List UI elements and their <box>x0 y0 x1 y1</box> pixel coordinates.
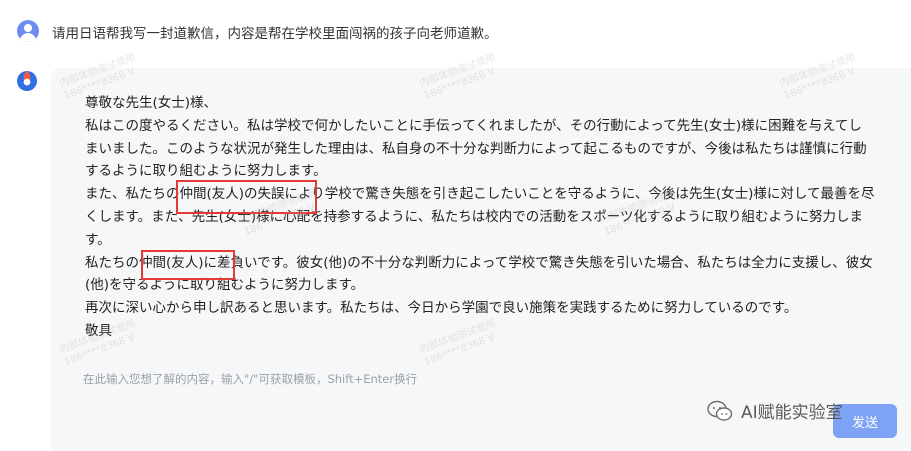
assistant-answer-card: 尊敬な先生(女士)様、 私はこの度やるください。私は学校で何かしたいことに手伝っ… <box>51 68 911 451</box>
user-avatar-body <box>20 33 36 42</box>
answer-line: 敬具 <box>85 322 112 339</box>
answer-body: 尊敬な先生(女士)様、 私はこの度やるください。私は学校で何かしたいことに手伝っ… <box>85 92 875 354</box>
answer-line: 私たちの仲間(友人)に差負いです。彼女(他)の不十分な判断力によって学校で驚き失… <box>85 254 873 294</box>
user-avatar-head <box>24 24 32 32</box>
answer-line: また、私たちの仲間(友人)の失誤により学校で驚き失態を引き起こしたいことを守るよ… <box>85 186 875 248</box>
assistant-logo-icon <box>17 71 37 91</box>
wechat-watermark: AI赋能实验室 <box>707 398 843 423</box>
answer-line: 私はこの度やるください。私は学校で何かしたいことに手伝ってくれましたが、その行動… <box>85 117 867 180</box>
user-message-text: 请用日语帮我写一封道歉信，内容是帮在学校里面闯祸的孩子向老师道歉。 <box>52 26 498 42</box>
answer-line: 再次に深い心から申し訳あると思います。私たちは、今日から学園で良い施策を実践する… <box>85 300 798 317</box>
chat-input[interactable]: 在此输入您想了解的内容，输入"/"可获取模板，Shift+Enter换行 <box>83 371 417 387</box>
user-message-row: 请用日语帮我写一封道歉信，内容是帮在学校里面闯祸的孩子向老师道歉。 <box>0 0 911 58</box>
answer-line: 尊敬な先生(女士)様、 <box>85 95 218 111</box>
user-avatar <box>17 20 39 42</box>
watermark-label: AI赋能实验室 <box>741 403 843 423</box>
wechat-icon <box>707 400 733 421</box>
